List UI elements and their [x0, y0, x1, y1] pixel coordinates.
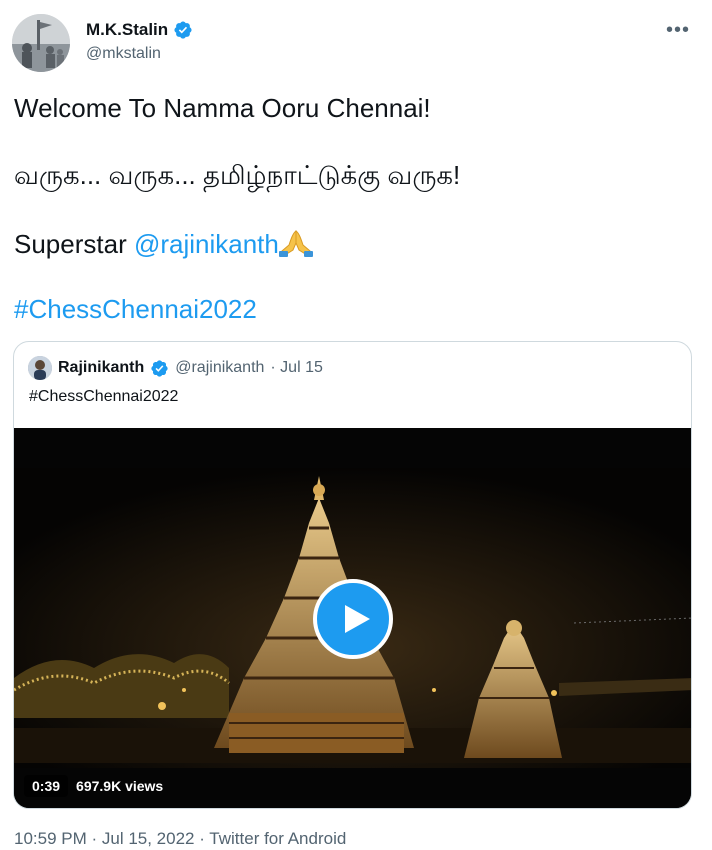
- quoted-tweet-header: Rajinikanth @rajinikanth · Jul 15: [28, 356, 323, 380]
- play-icon: [345, 605, 370, 633]
- video-player[interactable]: 0:39 697.9K views: [14, 428, 691, 808]
- author-name[interactable]: M.K.Stalin: [86, 20, 193, 40]
- author-handle[interactable]: @mkstalin: [86, 45, 161, 63]
- tweet-text-line-3: Superstar @rajinikanth: [14, 227, 313, 260]
- verified-badge-icon: [174, 21, 192, 39]
- folded-hands-emoji: [278, 230, 313, 257]
- more-icon[interactable]: •••: [666, 20, 690, 40]
- tweet-text-line-1: Welcome To Namma Ooru Chennai!: [14, 93, 431, 123]
- superstar-text: Superstar: [14, 229, 134, 259]
- play-button[interactable]: [313, 579, 393, 659]
- tweet: M.K.Stalin @mkstalin ••• Welcome To Namm…: [0, 0, 712, 850]
- video-views: 697.9K views: [76, 778, 164, 794]
- tweet-timestamp[interactable]: 10:59 PM · Jul 15, 2022 · Twitter for An…: [14, 829, 346, 849]
- verified-badge-icon: [151, 359, 168, 377]
- quoted-author-avatar[interactable]: [28, 356, 52, 380]
- quoted-tweet[interactable]: Rajinikanth @rajinikanth · Jul 15 #Chess…: [13, 341, 692, 809]
- quoted-author-name[interactable]: Rajinikanth: [58, 359, 144, 377]
- video-duration: 0:39: [24, 775, 69, 797]
- video-info: 0:39 697.9K views: [24, 775, 163, 797]
- quoted-date[interactable]: · Jul 15: [270, 359, 322, 377]
- author-avatar[interactable]: [12, 14, 70, 72]
- hashtag-link[interactable]: #ChessChennai2022: [14, 293, 257, 325]
- author-name-text[interactable]: M.K.Stalin: [86, 20, 168, 40]
- tweet-text-line-2: வருக... வருக... தமிழ்நாட்டுக்கு வருக!: [14, 160, 461, 190]
- mention-link[interactable]: @rajinikanth: [134, 229, 279, 259]
- quoted-author-handle[interactable]: @rajinikanth: [175, 359, 264, 377]
- quoted-tweet-text: #ChessChennai2022: [29, 388, 179, 405]
